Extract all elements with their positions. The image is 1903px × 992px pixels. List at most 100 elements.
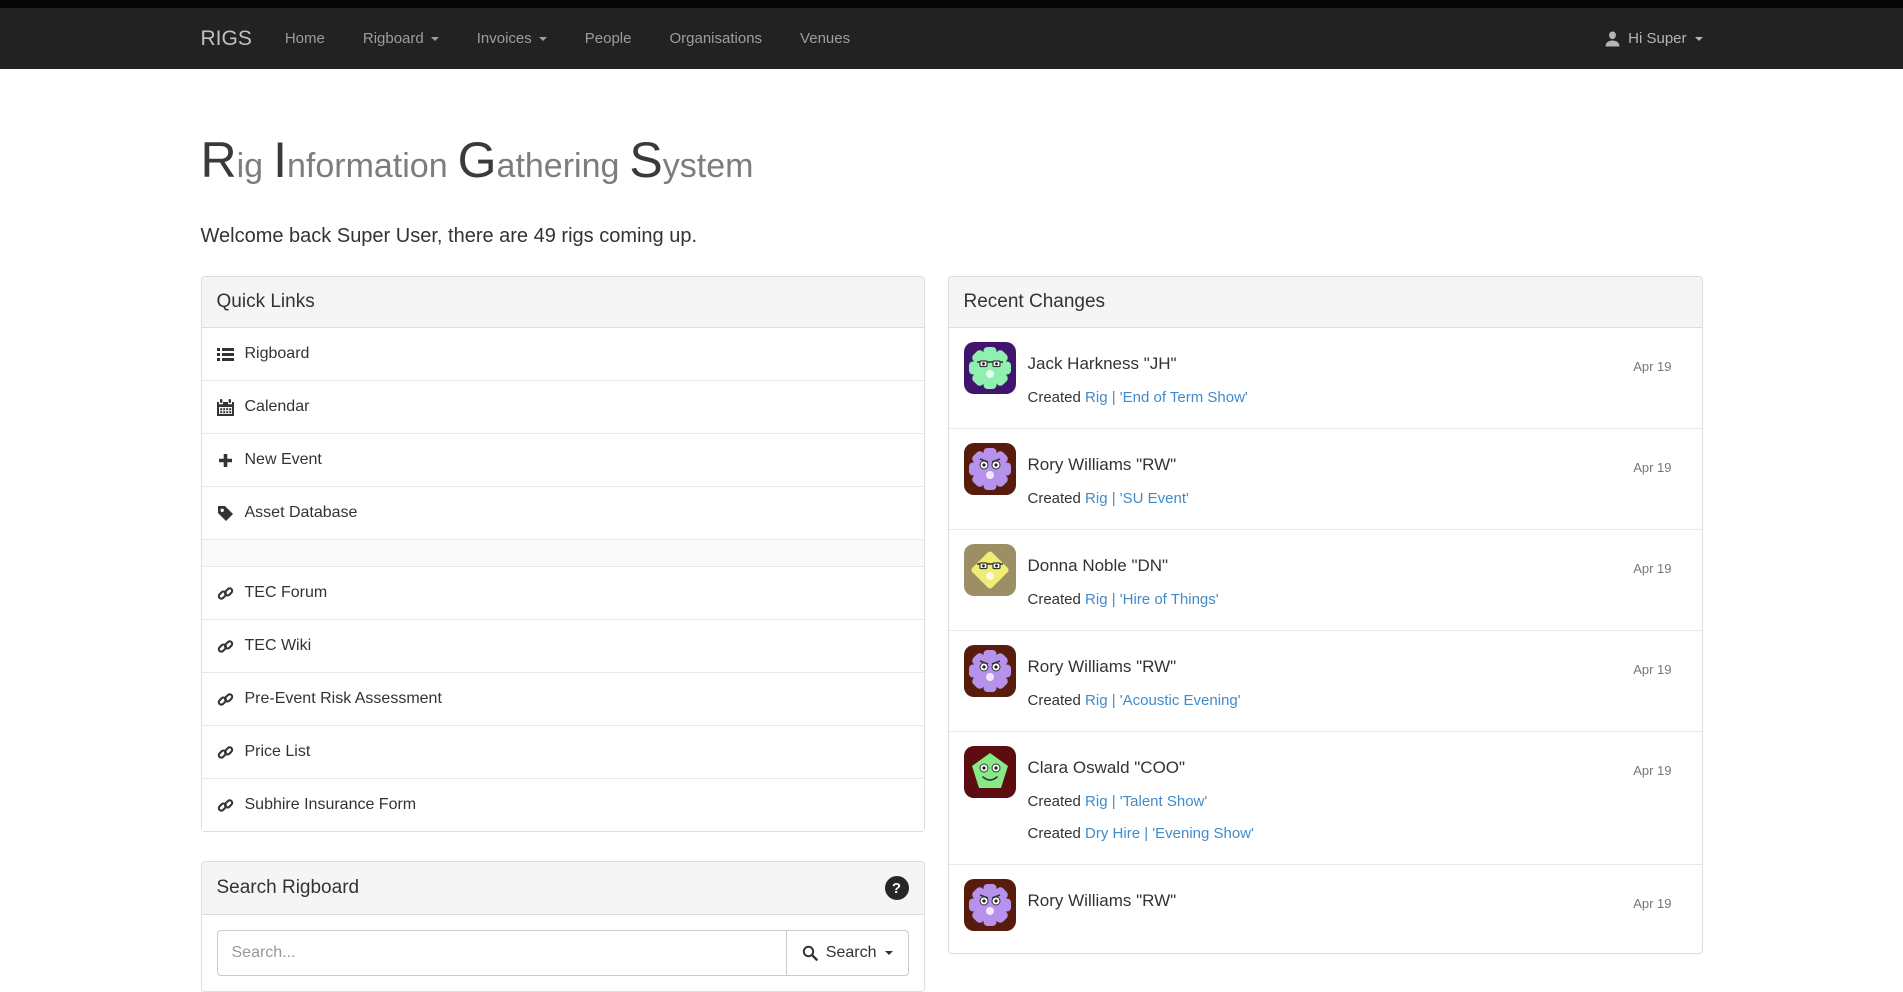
title-word: System (629, 148, 753, 184)
quick-link-asset-database[interactable]: Asset Database (202, 486, 924, 539)
quick-link-new-event[interactable]: New Event (202, 433, 924, 486)
quick-link-label: Rigboard (245, 344, 310, 364)
entry-action: Created Rig | 'Talent Show' (1028, 793, 1254, 810)
entry-date: Apr 19 (1633, 561, 1671, 576)
search-input[interactable] (217, 930, 786, 976)
nav-item-people[interactable]: People (566, 8, 651, 69)
search-rigboard-title: Search Rigboard (217, 877, 360, 899)
title-word: Information (273, 148, 448, 184)
nav-item-label: Organisations (669, 30, 762, 47)
plus-icon (217, 452, 234, 469)
entry-user-name: Clara Oswald "COO" (1028, 758, 1254, 778)
nav-item-home[interactable]: Home (266, 8, 344, 69)
entry-action-prefix: Created (1028, 825, 1081, 842)
recent-change-entry: Rory Williams "RW" Created Rig | 'Acousti… (949, 630, 1702, 731)
chevron-down-icon (539, 37, 547, 41)
welcome-message: Welcome back Super User, there are 49 ri… (201, 223, 1703, 249)
entry-action-link[interactable]: Rig | 'SU Event' (1085, 490, 1189, 507)
entry-action-link[interactable]: Rig | 'Talent Show' (1085, 793, 1207, 810)
navbar-menu: Home Rigboard Invoices People Organisations V… (266, 8, 869, 69)
quick-link-label: TEC Forum (245, 583, 328, 603)
quick-link-price-list[interactable]: Price List (202, 725, 924, 778)
search-button[interactable]: Search (786, 930, 909, 976)
quick-link-calendar[interactable]: Calendar (202, 380, 924, 433)
entry-user-name: Rory Williams "RW" (1028, 657, 1241, 677)
entry-date: Apr 19 (1633, 662, 1671, 677)
entry-date: Apr 19 (1633, 763, 1671, 778)
nav-item-label: People (585, 30, 632, 47)
entry-action: Created Rig | 'End of Term Show' (1028, 389, 1248, 406)
recent-change-entry: Clara Oswald "COO" Created Rig | 'Talent … (949, 731, 1702, 864)
chevron-down-icon (1695, 37, 1703, 41)
link-icon (217, 797, 234, 814)
nav-item-organisations[interactable]: Organisations (650, 8, 781, 69)
nav-item-rigboard[interactable]: Rigboard (344, 8, 458, 69)
user-avatar (964, 879, 1016, 931)
quick-link-tec-wiki[interactable]: TEC Wiki (202, 619, 924, 672)
calendar-icon (217, 399, 234, 416)
title-word: Gathering (458, 148, 620, 184)
recent-change-entry: Jack Harkness "JH" Created Rig | 'End of … (949, 328, 1702, 428)
page-title: RigInformation GatheringSystem (201, 129, 1703, 197)
chevron-down-icon (431, 37, 439, 41)
list-icon (217, 346, 234, 363)
chevron-down-icon (885, 951, 893, 955)
link-icon (217, 638, 234, 655)
entry-action-link[interactable]: Rig | 'Acoustic Evening' (1085, 692, 1241, 709)
quick-link-pre-event-risk-assessment[interactable]: Pre-Event Risk Assessment (202, 672, 924, 725)
quick-links-list: Rigboard Calendar New Event Asset Database T… (202, 328, 924, 831)
entry-date: Apr 19 (1633, 460, 1671, 475)
brand-logo[interactable]: RIGS (201, 27, 252, 51)
search-icon (802, 945, 818, 961)
entry-action-prefix: Created (1028, 793, 1081, 810)
nav-item-label: Home (285, 30, 325, 47)
nav-item-venues[interactable]: Venues (781, 8, 869, 69)
nav-item-invoices[interactable]: Invoices (458, 8, 566, 69)
recent-change-entry: Rory Williams "RW"Created Rig | 'SU Even… (949, 428, 1702, 529)
quick-link-label: Pre-Event Risk Assessment (245, 689, 442, 709)
entry-action-link[interactable]: Rig | 'Hire of Things' (1085, 591, 1219, 608)
quick-links-title: Quick Links (217, 291, 315, 313)
quick-link-tec-forum[interactable]: TEC Forum (202, 566, 924, 619)
entry-date: Apr 19 (1633, 896, 1671, 911)
recent-changes-panel: Recent Changes Jack Harkness "JH" Created… (948, 276, 1703, 954)
recent-changes-list: Jack Harkness "JH" Created Rig | 'End of … (949, 328, 1702, 953)
entry-action: Created Dry Hire | 'Evening Show' (1028, 825, 1254, 842)
user-icon (1605, 31, 1620, 47)
entry-action-prefix: Created (1028, 389, 1081, 406)
link-icon (217, 691, 234, 708)
entry-action: Created Rig | 'Hire of Things' (1028, 591, 1219, 608)
user-menu[interactable]: Hi Super (1605, 30, 1702, 47)
nav-item-label: Rigboard (363, 30, 424, 47)
quick-links-separator (202, 539, 924, 566)
entry-action-link[interactable]: Rig | 'End of Term Show' (1085, 389, 1248, 406)
search-rigboard-panel: Search Rigboard ? Search (201, 861, 925, 992)
entry-action-link[interactable]: Dry Hire | 'Evening Show' (1085, 825, 1254, 842)
quick-link-label: Calendar (245, 397, 310, 417)
quick-link-label: Asset Database (245, 503, 358, 523)
search-button-label: Search (826, 944, 877, 962)
quick-link-label: New Event (245, 450, 322, 470)
link-icon (217, 744, 234, 761)
entry-user-name: Jack Harkness "JH" (1028, 354, 1248, 374)
entry-action-prefix: Created (1028, 692, 1081, 709)
nav-item-label: Venues (800, 30, 850, 47)
recent-change-entry: Rory Williams "RW"Apr 19 (949, 864, 1702, 953)
user-menu-label: Hi Super (1628, 30, 1686, 47)
quick-link-label: Subhire Insurance Form (245, 795, 417, 815)
user-avatar (964, 342, 1016, 394)
link-icon (217, 585, 234, 602)
question-circle-icon[interactable]: ? (885, 876, 909, 900)
title-word: Rig (201, 148, 264, 184)
user-avatar (964, 746, 1016, 798)
quick-link-rigboard[interactable]: Rigboard (202, 328, 924, 380)
entry-user-name: Rory Williams "RW" (1028, 455, 1189, 475)
quick-link-label: Price List (245, 742, 311, 762)
quick-link-subhire-insurance-form[interactable]: Subhire Insurance Form (202, 778, 924, 831)
user-avatar (964, 544, 1016, 596)
entry-date: Apr 19 (1633, 359, 1671, 374)
nav-item-label: Invoices (477, 30, 532, 47)
recent-changes-title: Recent Changes (964, 291, 1106, 313)
user-avatar (964, 443, 1016, 495)
recent-change-entry: Donna Noble "DN"Created Rig | 'Hire of T… (949, 529, 1702, 630)
